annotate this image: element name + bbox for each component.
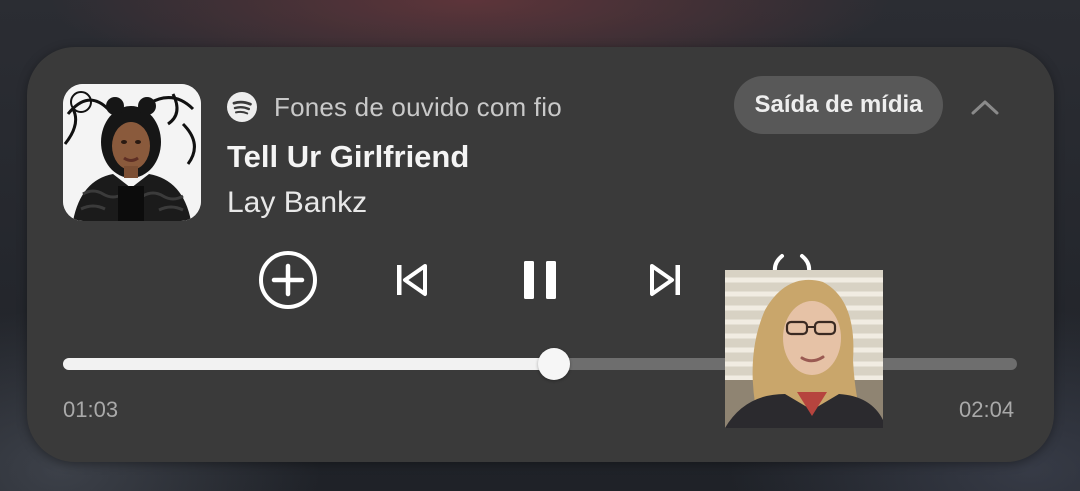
output-source-row: Fones de ouvido com fio — [227, 87, 562, 127]
track-title: Tell Ur Girlfriend — [227, 139, 470, 174]
previous-track-button[interactable] — [391, 260, 431, 300]
progress-fill — [63, 358, 555, 370]
add-to-library-button[interactable] — [258, 250, 318, 310]
previous-icon — [397, 264, 427, 296]
pause-icon — [524, 261, 556, 299]
spotify-icon — [227, 92, 257, 122]
track-artist: Lay Bankz — [227, 186, 368, 219]
album-art[interactable] — [63, 84, 201, 221]
audio-output-label: Fones de ouvido com fio — [274, 91, 562, 122]
media-output-button[interactable]: Saída de mídia — [734, 76, 943, 134]
collapse-button[interactable] — [965, 87, 1005, 127]
next-icon — [650, 264, 680, 296]
progress-thumb[interactable] — [538, 348, 571, 380]
total-time: 02:04 — [959, 397, 1015, 422]
elapsed-time: 01:03 — [63, 397, 119, 422]
overlay-photo — [725, 270, 883, 428]
pause-button[interactable] — [516, 257, 564, 303]
add-icon — [259, 251, 317, 309]
media-player-card: Fones de ouvido com fio Saída de mídia T… — [27, 47, 1054, 462]
chevron-up-icon — [971, 100, 999, 115]
next-track-button[interactable] — [646, 260, 686, 300]
